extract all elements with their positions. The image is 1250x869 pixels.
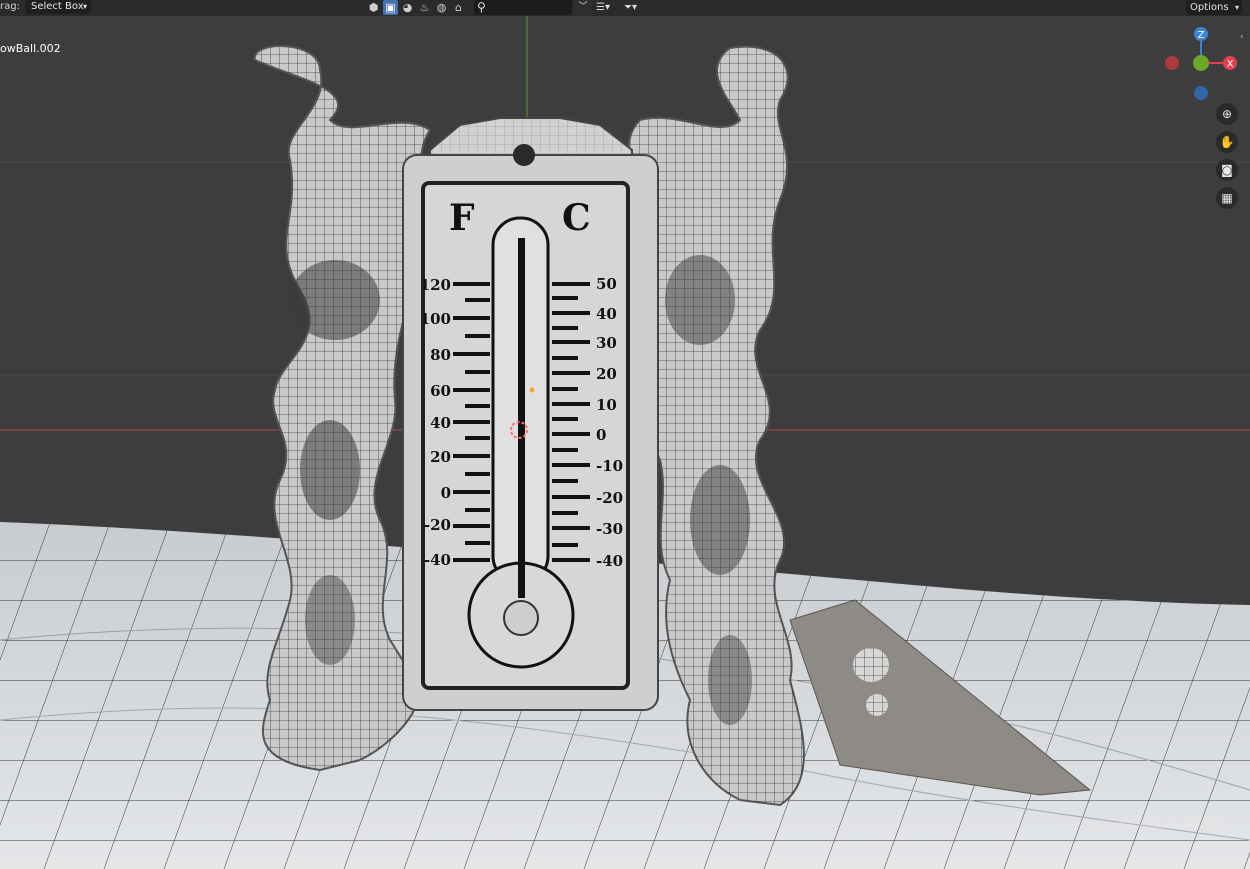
fahrenheit-tick-label: 20 [430, 448, 451, 466]
origin-point [529, 387, 535, 393]
view-options-dropdown[interactable]: ☰▾ [596, 0, 620, 15]
select-box-dropdown[interactable]: Select Box ▾ [25, 0, 91, 14]
fahrenheit-tick-label: 100 [420, 310, 451, 328]
select-box-label: Select Box [31, 1, 84, 12]
select-mode-icon[interactable]: ▣ [383, 0, 398, 15]
active-object-name: owBall.002 [0, 42, 61, 55]
cube-icon[interactable]: ⬢ [366, 0, 381, 15]
camera-render-icon[interactable]: ⌂ [451, 0, 466, 15]
celsius-tick-label: -20 [596, 489, 623, 507]
list-icon: ☰▾ [596, 2, 610, 13]
fahrenheit-tick-label: 0 [441, 484, 451, 502]
fahrenheit-label: F [449, 197, 475, 239]
viewport-header: rag: Select Box ▾ ⬢ ▣ ◕ ♨ ◍ ⌂ ⚲ ﹀ ☰▾ ⏷▾ … [0, 0, 1250, 16]
windows-activation-watermark: Чтобы активировать Windows [1070, 820, 1227, 831]
celsius-tick-label: -40 [596, 552, 623, 570]
fahrenheit-tick-label: 40 [430, 414, 451, 432]
options-label: Options [1190, 2, 1229, 13]
camera-icon[interactable]: ◙ [1216, 159, 1238, 181]
sphere-icon[interactable]: ◕ [400, 0, 415, 15]
hand-pan-icon[interactable]: ✋ [1216, 131, 1238, 153]
chevron-down-icon: ﹀ [578, 2, 588, 12]
celsius-tick-label: 10 [596, 396, 617, 414]
gizmo-neg-x-axis[interactable] [1165, 56, 1179, 70]
chevron-down-icon: ▾ [1234, 3, 1239, 12]
search-icon: ⚲ [477, 0, 486, 14]
globe-icon[interactable]: ◍ [434, 0, 449, 15]
options-dropdown[interactable]: Options ▾ [1186, 0, 1242, 15]
celsius-tick-label: -30 [596, 520, 623, 538]
scene-render: F C 120100806040200-20-40 50403020100-10… [0, 16, 1250, 869]
celsius-tick-label: 0 [596, 426, 606, 444]
gizmo-neg-z-axis[interactable] [1194, 86, 1208, 100]
fahrenheit-tick-label: 80 [430, 346, 451, 364]
gizmo-x-label: X [1227, 59, 1234, 70]
gizmo-y-axis[interactable] [1193, 55, 1209, 71]
chevron-down-icon: ▾ [82, 2, 87, 11]
celsius-tick-label: 40 [596, 305, 617, 323]
drag-label: rag: [0, 1, 20, 12]
paint-drop-icon[interactable]: ♨ [417, 0, 432, 15]
zoom-icon[interactable]: ⊕ [1216, 103, 1238, 125]
celsius-tick-label: 50 [596, 275, 617, 293]
fahrenheit-tick-label: -20 [424, 516, 451, 534]
celsius-tick-label: -10 [596, 457, 623, 475]
grid-perspective-icon[interactable]: ▦ [1216, 187, 1238, 209]
filter-dropdown[interactable]: ﹀ [574, 0, 592, 15]
navigation-gizmo[interactable]: Z X [1160, 24, 1250, 108]
selectability-toolbar: ⬢ ▣ ◕ ♨ ◍ ⌂ [366, 0, 466, 15]
gizmo-z-label: Z [1198, 30, 1205, 41]
funnel-filter-dropdown[interactable]: ⏷▾ [624, 0, 650, 15]
funnel-icon: ⏷▾ [624, 2, 638, 13]
celsius-tick-label: 30 [596, 334, 617, 352]
celsius-label: C [562, 197, 591, 239]
celsius-tick-label: 20 [596, 365, 617, 383]
search-input[interactable]: ⚲ [474, 0, 572, 15]
3d-viewport[interactable]: F C 120 100 80 60 40 20 0 -20 -40 50 40 30 20 10 0 -10… [0, 0, 1250, 869]
fahrenheit-tick-label: 120 [420, 276, 451, 294]
fahrenheit-tick-label: 60 [430, 382, 451, 400]
fahrenheit-tick-label: -40 [424, 551, 451, 569]
